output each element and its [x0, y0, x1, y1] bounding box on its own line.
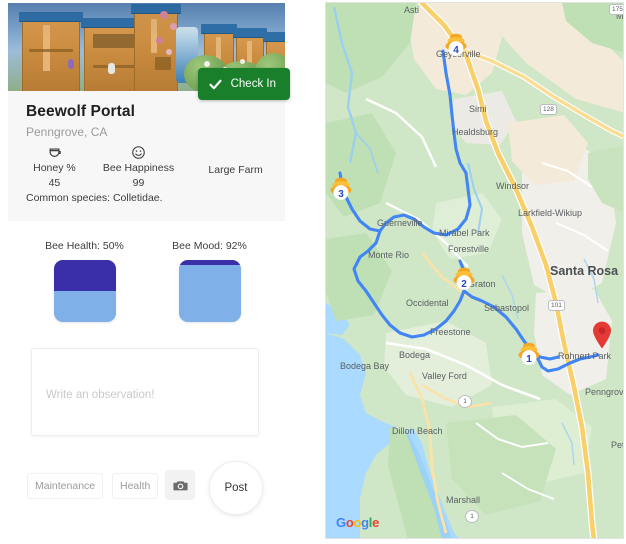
composer-toolbar: Maintenance Health Post [22, 461, 282, 515]
honey-pot-icon [26, 143, 83, 161]
hive-marker-3-number: 3 [338, 189, 344, 200]
hive-marker-3[interactable]: 3 [328, 175, 354, 201]
stat-honey: Honey % 45 [26, 143, 83, 189]
hive-marker-4-number: 4 [453, 45, 459, 56]
destination-pin[interactable] [592, 321, 612, 349]
hive-marker-4[interactable]: 4 [443, 31, 469, 57]
gauge-bee-mood-fill [178, 260, 241, 265]
gauge-bee-mood: Bee Mood: 92% [147, 240, 272, 322]
hive-marker-2[interactable]: 2 [451, 265, 477, 291]
maintenance-tag-label: Maintenance [35, 480, 96, 492]
checkmark-icon [209, 79, 222, 89]
stat-honey-label: Honey % [33, 162, 76, 174]
route-shield-175: 175 [609, 4, 623, 15]
gauge-bee-health-box [53, 260, 116, 322]
gauge-bee-health: Bee Health: 50% [22, 240, 147, 322]
google-logo: Google [336, 515, 380, 530]
gauge-bee-mood-box [178, 260, 241, 322]
stats-row: Honey % 45 Bee Happiness 99 Large Farm [26, 143, 275, 189]
gauge-bee-mood-label: Bee Mood: 92% [172, 240, 247, 252]
route-shield-128: 128 [540, 104, 557, 115]
observation-panel: Check In Beewolf Portal Penngrove, CA Ho… [0, 0, 290, 544]
route-shield-1: 1 [458, 395, 472, 408]
stat-farm-size-label: Large Farm [208, 164, 263, 176]
app-root: Check In Beewolf Portal Penngrove, CA Ho… [0, 0, 626, 544]
smiley-face-icon [91, 143, 186, 161]
post-button-label: Post [224, 482, 248, 494]
check-in-label: Check In [230, 78, 276, 90]
stat-happiness-label: Bee Happiness [102, 162, 175, 174]
stat-happiness: Bee Happiness 99 [91, 143, 186, 189]
health-tag-label: Health [120, 480, 151, 492]
location-label: Penngrove, CA [26, 125, 108, 139]
health-tag-button[interactable]: Health [112, 473, 159, 499]
hive-marker-1[interactable]: 1 [516, 340, 542, 366]
camera-icon [172, 480, 188, 490]
stat-honey-value: 45 [48, 177, 61, 189]
gauge-bee-health-fill [53, 260, 116, 291]
route-shield-101: 101 [548, 300, 565, 311]
gauge-bee-health-label: Bee Health: 50% [45, 240, 124, 252]
map-pin-icon [593, 321, 611, 349]
stat-farm-size: Large Farm [196, 143, 275, 176]
page-title: Beewolf Portal [26, 103, 136, 120]
apiary-info-card: Beewolf Portal Penngrove, CA Honey % 45 [8, 91, 285, 221]
stat-happiness-value: 99 [132, 177, 145, 189]
post-button[interactable]: Post [209, 461, 263, 515]
gauges-row: Bee Health: 50% Bee Mood: 92% [22, 240, 272, 322]
hive-marker-1-number: 1 [526, 354, 532, 365]
species-text: Common species: Colletidae. [26, 192, 163, 204]
route-map[interactable]: AstiGeyservilleSimiHealdsburgWindsorLark… [325, 2, 624, 539]
observation-input[interactable] [31, 348, 259, 436]
camera-button[interactable] [165, 470, 195, 500]
maintenance-tag-button[interactable]: Maintenance [27, 473, 104, 499]
route-shield-1: 1 [465, 510, 479, 523]
check-in-button[interactable]: Check In [197, 68, 290, 100]
hive-marker-2-number: 2 [461, 279, 467, 290]
